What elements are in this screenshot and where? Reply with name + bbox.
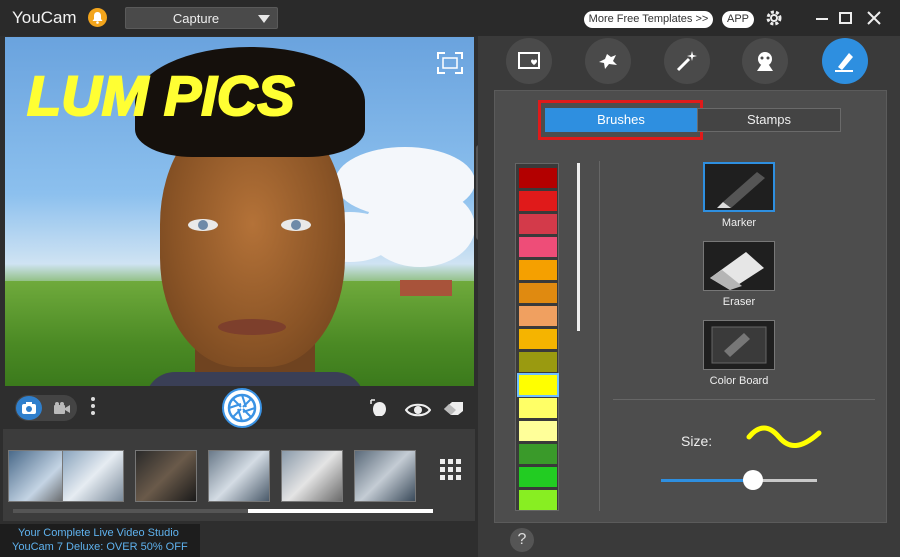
color-swatch[interactable] <box>519 329 557 349</box>
face-tracking-icon[interactable] <box>370 399 390 424</box>
thumbnail[interactable] <box>281 450 343 502</box>
divider <box>599 161 600 511</box>
color-swatch[interactable] <box>519 444 557 464</box>
eye-icon[interactable] <box>404 402 432 423</box>
more-templates-button[interactable]: More Free Templates >> <box>584 11 713 28</box>
grid-view-icon[interactable] <box>438 457 464 481</box>
color-swatch[interactable] <box>517 373 559 397</box>
shutter-icon <box>227 393 257 423</box>
video-camera-icon[interactable] <box>53 401 71 420</box>
thumbnail-scrollbar[interactable] <box>13 509 433 513</box>
thumbnail[interactable] <box>354 450 416 502</box>
mode-dropdown-value: Capture <box>172 11 220 26</box>
thumbnail[interactable] <box>62 450 124 502</box>
divider <box>613 399 875 400</box>
capture-mode-toggle[interactable] <box>15 395 77 421</box>
eraser-label: Eraser <box>722 296 756 308</box>
overlay-text: LUM PICS <box>27 64 295 127</box>
frame-icon[interactable] <box>506 38 552 84</box>
scrollbar-thumb[interactable] <box>248 509 433 513</box>
size-slider-knob[interactable] <box>743 470 764 490</box>
color-swatch[interactable] <box>519 168 557 188</box>
more-options-icon[interactable] <box>91 397 95 417</box>
mode-dropdown[interactable]: Capture <box>125 7 278 29</box>
color-swatch[interactable] <box>519 490 557 510</box>
brush-pen-icon[interactable] <box>822 38 868 84</box>
palette-scrollbar[interactable] <box>577 163 580 331</box>
eraser-tool-icon <box>710 252 764 290</box>
color-swatch[interactable] <box>519 283 557 303</box>
size-slider-fill <box>661 479 754 482</box>
close-icon[interactable] <box>867 11 881 30</box>
size-label: Size: <box>681 433 713 449</box>
color-board-tool[interactable] <box>703 320 775 370</box>
color-swatch[interactable] <box>519 237 557 257</box>
eraser-tool[interactable] <box>703 241 775 291</box>
color-swatch[interactable] <box>519 421 557 441</box>
gear-icon[interactable] <box>765 9 783 32</box>
marker-tool[interactable] <box>703 162 775 212</box>
marker-icon <box>717 172 765 208</box>
promo-banner[interactable]: Your Complete Live Video Studio YouCam 7… <box>0 524 200 557</box>
window-header: More Free Templates >> APP <box>478 0 900 36</box>
title-bar: YouCam Capture <box>0 0 478 36</box>
chevron-down-icon <box>258 15 270 23</box>
effects-pane: More Free Templates >> APP Brushes Stamp… <box>478 0 900 557</box>
color-board-icon <box>711 326 767 364</box>
brush-size-preview <box>746 425 822 448</box>
shutter-button[interactable] <box>222 388 262 428</box>
color-swatch[interactable] <box>519 398 557 418</box>
maximize-icon[interactable] <box>839 12 852 24</box>
avatar-icon[interactable] <box>742 38 788 84</box>
eraser-icon[interactable] <box>443 401 465 422</box>
thumbnail-strip <box>3 429 475 521</box>
color-swatch[interactable] <box>519 306 557 326</box>
thumbnail[interactable] <box>135 450 197 502</box>
color-swatch[interactable] <box>519 214 557 234</box>
color-swatch[interactable] <box>519 260 557 280</box>
thumbnail[interactable] <box>208 450 270 502</box>
fullscreen-icon[interactable] <box>437 52 463 79</box>
size-slider[interactable] <box>661 470 817 490</box>
tab-stamps[interactable]: Stamps <box>697 108 841 132</box>
brush-panel: Brushes Stamps Marker Eraser Color Board… <box>494 90 887 523</box>
color-palette <box>515 163 559 511</box>
color-swatch[interactable] <box>519 191 557 211</box>
tab-brushes[interactable]: Brushes <box>545 108 697 132</box>
magic-wand-icon[interactable] <box>664 38 710 84</box>
camera-preview: LUM PICS <box>5 37 474 386</box>
color-swatch[interactable] <box>519 352 557 372</box>
minimize-icon[interactable] <box>816 18 828 20</box>
color-swatch[interactable] <box>519 467 557 487</box>
particle-icon[interactable] <box>585 38 631 84</box>
help-icon[interactable]: ? <box>510 528 534 552</box>
color-board-label: Color Board <box>709 375 769 387</box>
camera-icon[interactable] <box>16 396 42 420</box>
promo-line2: YouCam 7 Deluxe: OVER 50% OFF <box>12 541 188 553</box>
app-button[interactable]: APP <box>722 11 754 28</box>
promo-line1: Your Complete Live Video Studio <box>18 527 179 539</box>
notification-bell-icon[interactable] <box>88 8 107 27</box>
thumbnail[interactable] <box>8 450 70 502</box>
app-title: YouCam <box>12 8 77 27</box>
marker-label: Marker <box>721 217 757 229</box>
camera-pane: YouCam Capture LUM PICS Your Complete Li… <box>0 0 478 557</box>
drawing-overlay[interactable]: LUM PICS <box>5 37 474 386</box>
